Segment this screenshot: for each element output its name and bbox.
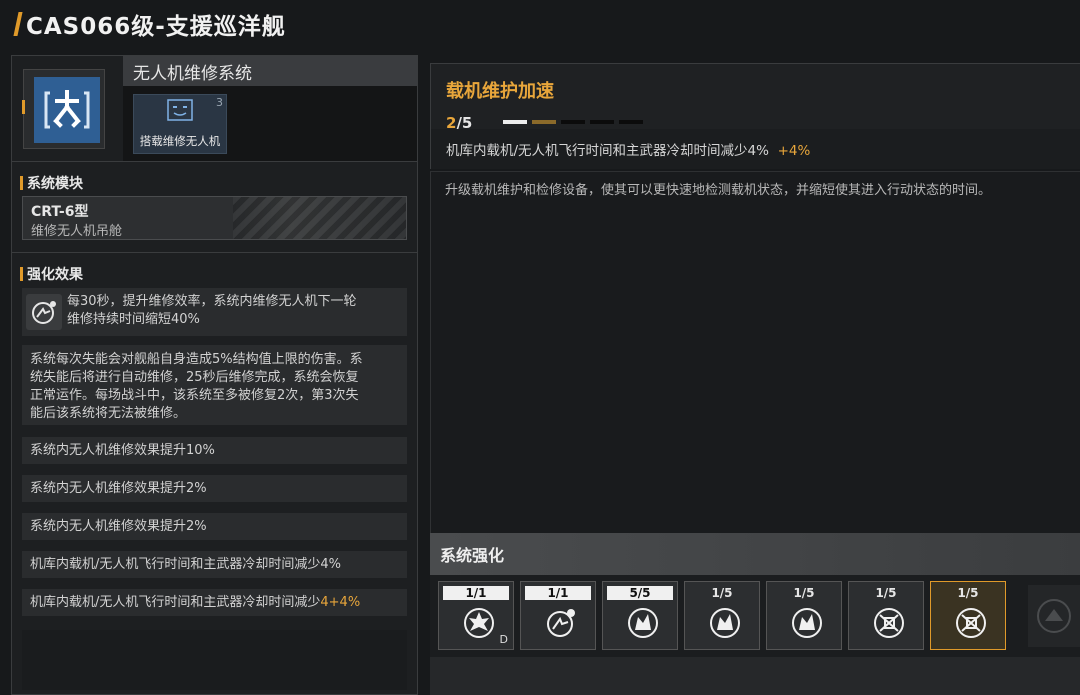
enhance-tile-level: 1/5: [793, 586, 815, 600]
enhance-tile[interactable]: 1/5: [684, 581, 760, 650]
module-card[interactable]: CRT-6型 维修无人机吊舱: [22, 196, 407, 240]
page-title: CAS066级-支援巡洋舰: [26, 14, 286, 40]
level-progress-bars: [503, 120, 643, 124]
level-bar: [619, 120, 643, 124]
enhance-tile[interactable]: 1/1: [520, 581, 596, 650]
effect-row: 机库内载机/无人机飞行时间和主武器冷却时间减少4%: [22, 551, 407, 578]
system-header: 无人机维修系统 3 搭载维修无人机: [12, 56, 417, 162]
module-name: 维修无人机吊舱: [31, 224, 123, 239]
effect-long-line: 正常运作。每场战斗中，该系统至多被修复2次，第3次失: [30, 388, 359, 403]
enhance-tile-suffix: D: [499, 633, 508, 646]
bottom-strip: [430, 657, 1080, 695]
detail-body: [430, 172, 1080, 533]
enhance-tile[interactable]: 1/5: [766, 581, 842, 650]
effects-heading: 强化效果: [27, 267, 83, 283]
effect-first-text: 每30秒，提升维修效率，系统内维修无人机下一轮 维修持续时间缩短40%: [62, 293, 401, 329]
effect-row-label: 系统内无人机维修效果提升2%: [30, 480, 207, 496]
repair-flash-icon: [708, 606, 742, 640]
repair-flash-icon: [790, 606, 824, 640]
level-bar: [590, 120, 614, 124]
module-heading: 系统模块: [27, 176, 83, 192]
effect-row-label: 系统内无人机维修效果提升10%: [30, 442, 215, 458]
effect-long-line: 统失能后将进行自动维修，25秒后维修完成，系统会恢复: [30, 370, 359, 385]
detail-header: 载机维护加速 2/5: [430, 63, 1080, 132]
effect-row: 系统内无人机维修效果提升2%: [22, 513, 407, 540]
drone-label: 搭载维修无人机: [139, 134, 221, 148]
effect-row-label: 机库内载机/无人机飞行时间和主武器冷却时间减少4%: [30, 556, 342, 572]
detail-panel: 载机维护加速 2/5 机库内载机/无人机飞行时间和主武器冷却时间减少4% +4%…: [430, 63, 1080, 533]
effect-item-first: 每30秒，提升维修效率，系统内维修无人机下一轮 维修持续时间缩短40%: [22, 288, 407, 336]
section-accent: [20, 176, 23, 190]
effect-row-text: 机库内载机/无人机飞行时间和主武器冷却时间减少4%: [22, 556, 349, 574]
enhance-tile[interactable]: 1/5: [848, 581, 924, 650]
detail-effect-text: 机库内载机/无人机飞行时间和主武器冷却时间减少4%: [446, 143, 769, 159]
detail-effect: 机库内载机/无人机飞行时间和主武器冷却时间减少4% +4%: [446, 139, 810, 159]
detail-description: 升级载机维护和检修设备，使其可以更快速地检测载机状态，并缩短使其进入行动状态的时…: [445, 183, 992, 198]
title-accent: [13, 12, 23, 36]
effect-item-long: 系统每次失能会对舰船自身造成5%结构值上限的伤害。系 统失能后将进行自动维修，2…: [22, 345, 407, 425]
effect-row: 机库内载机/无人机飞行时间和主武器冷却时间减少4+4%: [22, 589, 407, 616]
repair-flash-icon: [626, 606, 660, 640]
drone-count: 3: [216, 96, 223, 109]
effect-first-line1: 每30秒，提升维修效率，系统内维修无人机下一轮: [67, 294, 357, 309]
hangar-speed-icon: [872, 606, 906, 640]
repair-drone-system-icon: [34, 77, 100, 143]
detail-effect-bonus: +4%: [777, 143, 811, 159]
enhance-tile[interactable]: 1/5: [930, 581, 1006, 650]
module-code: CRT-6型: [31, 204, 89, 220]
system-icon-marker: [22, 100, 25, 114]
enhance-tile-level: 1/1: [525, 586, 591, 600]
enhance-tiles-row: 1/1 D 1/1 5/5 1/5 1/5 1/5 1/5: [430, 575, 1080, 657]
level-bar: [532, 120, 556, 124]
enhance-header: 系统强化: [430, 533, 1080, 575]
locked-upgrade-tile[interactable]: [1028, 585, 1080, 647]
hangar-speed-icon: [954, 606, 988, 640]
enhance-tile-level: 1/5: [711, 586, 733, 600]
enhance-tile-level: 1/5: [875, 586, 897, 600]
enhance-heading: 系统强化: [440, 546, 505, 565]
effect-row-text: 系统内无人机维修效果提升2%: [22, 518, 215, 536]
system-name-bar: 无人机维修系统: [123, 56, 417, 86]
level-bar: [561, 120, 585, 124]
left-panel-footer: [22, 630, 407, 690]
effect-row: 系统内无人机维修效果提升2%: [22, 475, 407, 502]
effect-long-line: 能后该系统将无法被维修。: [30, 406, 187, 421]
burst-upgrade-icon: [462, 606, 496, 640]
effect-row-bonus: 4+4%: [320, 594, 361, 610]
system-name: 无人机维修系统: [133, 63, 252, 84]
effect-row-text: 机库内载机/无人机飞行时间和主武器冷却时间减少4+4%: [22, 594, 368, 612]
enhance-tile[interactable]: 1/1 D: [438, 581, 514, 650]
module-section-heading: 系统模块: [20, 173, 83, 193]
module-stripes: [233, 197, 406, 239]
enhance-tile-level: 5/5: [607, 586, 673, 600]
level-bar: [503, 120, 527, 124]
drone-face-icon: [167, 99, 193, 125]
effect-row-label: 系统内无人机维修效果提升2%: [30, 518, 207, 534]
enhance-tile-level: 1/1: [443, 586, 509, 600]
enhance-tile-level: 1/5: [957, 586, 979, 600]
detail-separator: [430, 171, 1080, 172]
effect-row-text: 系统内无人机维修效果提升10%: [22, 442, 223, 460]
effect-long-line: 系统每次失能会对舰船自身造成5%结构值上限的伤害。系: [30, 352, 363, 367]
effect-row-label: 机库内载机/无人机飞行时间和主武器冷却时间减少: [30, 594, 321, 610]
section-accent: [20, 267, 23, 281]
page-title-bar: CAS066级-支援巡洋舰: [13, 8, 286, 40]
detail-effect-band: 机库内载机/无人机飞行时间和主武器冷却时间减少4% +4%: [430, 129, 1080, 169]
effect-long-text: 系统每次失能会对舰船自身造成5%结构值上限的伤害。系 统失能后将进行自动维修，2…: [22, 351, 407, 423]
drone-card[interactable]: 3 搭载维修无人机: [133, 94, 227, 154]
effect-row: 系统内无人机维修效果提升10%: [22, 437, 407, 464]
detail-title: 载机维护加速: [446, 81, 554, 102]
effects-section-heading: 强化效果: [20, 264, 83, 284]
repair-boost-icon: [26, 294, 62, 330]
repair-boost-icon: [544, 606, 578, 640]
divider: [12, 252, 417, 253]
effect-row-text: 系统内无人机维修效果提升2%: [22, 480, 215, 498]
locked-upgrade-icon: [1037, 599, 1071, 633]
enhance-tile[interactable]: 5/5: [602, 581, 678, 650]
effect-first-line2: 维修持续时间缩短40%: [67, 312, 200, 327]
